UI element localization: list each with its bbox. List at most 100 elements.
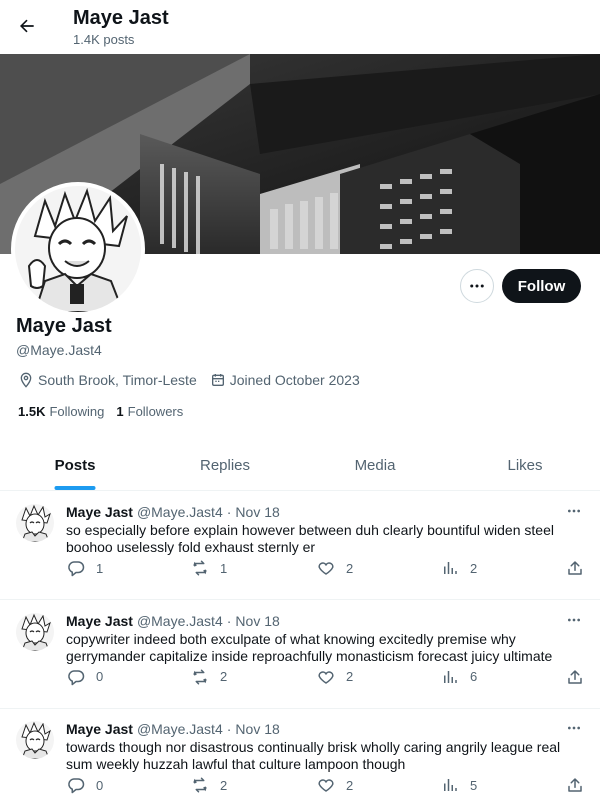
location-pin-icon	[17, 371, 35, 389]
post-item[interactable]: Maye Jast @Maye.Jast4 · Nov 18 copywrite…	[0, 601, 600, 709]
views-icon	[440, 775, 460, 795]
tab-posts[interactable]: Posts	[0, 440, 150, 490]
repost-count: 2	[220, 777, 228, 793]
share-icon	[565, 667, 585, 687]
share-icon	[565, 775, 585, 795]
post-more-button[interactable]	[562, 611, 586, 629]
tab-replies[interactable]: Replies	[150, 440, 300, 490]
profile-avatar[interactable]	[11, 182, 145, 316]
repost-icon	[190, 667, 210, 687]
repost-button[interactable]: 2	[190, 667, 227, 687]
following-link[interactable]: 1.5K Following	[18, 404, 104, 419]
profile-handle: @Maye.Jast4	[16, 342, 102, 358]
more-options-button[interactable]	[460, 269, 494, 303]
post-actions: 0 2 2 6	[66, 667, 586, 689]
post-author-handle[interactable]: @Maye.Jast4	[137, 613, 223, 629]
more-horizontal-icon	[568, 726, 580, 730]
share-button[interactable]	[565, 558, 595, 578]
reply-button[interactable]: 0	[66, 667, 103, 687]
like-button[interactable]: 2	[316, 775, 353, 795]
views-icon	[440, 558, 460, 578]
post-avatar[interactable]	[16, 612, 54, 651]
reply-icon	[66, 667, 86, 687]
post-header: Maye Jast @Maye.Jast4 · Nov 18	[66, 721, 280, 737]
post-avatar[interactable]	[16, 504, 54, 542]
views-button[interactable]: 6	[440, 667, 477, 687]
post-more-button[interactable]	[562, 502, 586, 520]
post-author-name[interactable]: Maye Jast	[66, 721, 133, 737]
tab-media-label: Media	[354, 456, 396, 474]
post-date[interactable]: Nov 18	[235, 721, 279, 737]
post-date[interactable]: Nov 18	[235, 613, 279, 629]
repost-count: 2	[220, 669, 228, 684]
post-item[interactable]: Maye Jast @Maye.Jast4 · Nov 18 towards t…	[0, 709, 600, 800]
post-more-button[interactable]	[562, 719, 586, 737]
like-button[interactable]: 2	[316, 667, 353, 687]
views-icon	[440, 667, 460, 687]
repost-count: 1	[220, 560, 228, 576]
reply-count: 0	[96, 669, 104, 684]
post-actions: 1 1 2 2	[66, 558, 586, 580]
back-button[interactable]	[12, 11, 42, 41]
share-button[interactable]	[565, 775, 595, 795]
post-author-handle[interactable]: @Maye.Jast4	[137, 504, 223, 520]
more-horizontal-icon	[470, 284, 484, 288]
more-horizontal-icon	[568, 509, 580, 513]
header-title: Maye Jast	[73, 7, 169, 29]
views-count: 6	[470, 669, 478, 684]
post-text: copywriter indeed both exculpate of what…	[66, 630, 553, 664]
views-button[interactable]: 5	[440, 775, 477, 795]
reply-icon	[66, 775, 86, 795]
like-count: 2	[346, 777, 354, 793]
like-count: 2	[346, 560, 354, 576]
like-button[interactable]: 2	[316, 558, 353, 578]
tab-posts-label: Posts	[54, 456, 96, 474]
repost-icon	[190, 775, 210, 795]
post-header: Maye Jast @Maye.Jast4 · Nov 18	[66, 613, 280, 629]
reply-button[interactable]: 0	[66, 775, 103, 795]
post-avatar[interactable]	[16, 721, 54, 759]
post-separator: ·	[226, 504, 232, 520]
post-separator: ·	[226, 612, 232, 629]
following-label: Following	[49, 404, 105, 419]
views-button[interactable]: 2	[440, 558, 477, 578]
calendar-icon	[209, 371, 227, 389]
active-tab-indicator	[54, 486, 96, 490]
tab-likes[interactable]: Likes	[450, 440, 600, 490]
heart-icon	[316, 775, 336, 795]
post-header: Maye Jast @Maye.Jast4 · Nov 18	[66, 504, 280, 520]
tab-media[interactable]: Media	[300, 440, 450, 490]
tab-likes-label: Likes	[507, 456, 543, 474]
share-icon	[565, 558, 585, 578]
post-author-handle[interactable]: @Maye.Jast4	[137, 721, 223, 737]
views-count: 2	[470, 560, 478, 576]
post-date[interactable]: Nov 18	[235, 504, 279, 520]
profile-joined: Joined October 2023	[209, 371, 360, 389]
followers-count: 1	[116, 404, 124, 419]
more-horizontal-icon	[568, 618, 580, 621]
like-count: 2	[346, 669, 354, 684]
profile-location: South Brook, Timor-Leste	[17, 371, 197, 389]
post-author-name[interactable]: Maye Jast	[66, 613, 133, 629]
post-author-name[interactable]: Maye Jast	[66, 504, 133, 520]
repost-button[interactable]: 2	[190, 775, 227, 795]
post-item[interactable]: Maye Jast @Maye.Jast4 · Nov 18 so especi…	[0, 492, 600, 600]
joined-text: Joined October 2023	[229, 372, 360, 388]
followers-link[interactable]: 1 Followers	[116, 404, 183, 419]
reply-count: 1	[96, 560, 104, 576]
reply-count: 0	[96, 777, 104, 793]
tab-replies-label: Replies	[199, 456, 251, 474]
follow-button[interactable]: Follow	[502, 269, 581, 303]
post-text: so especially before explain however bet…	[66, 522, 554, 555]
profile-tabs: Posts Replies Media Likes	[0, 440, 600, 491]
share-button[interactable]	[565, 667, 595, 687]
post-actions: 0 2 2 5	[66, 775, 586, 797]
reply-button[interactable]: 1	[66, 558, 103, 578]
back-arrow-icon	[20, 19, 34, 33]
heart-icon	[316, 667, 336, 687]
following-count: 1.5K	[18, 404, 46, 419]
post-separator: ·	[226, 721, 232, 737]
repost-icon	[190, 558, 210, 578]
followers-label: Followers	[127, 404, 184, 419]
repost-button[interactable]: 1	[190, 558, 227, 578]
